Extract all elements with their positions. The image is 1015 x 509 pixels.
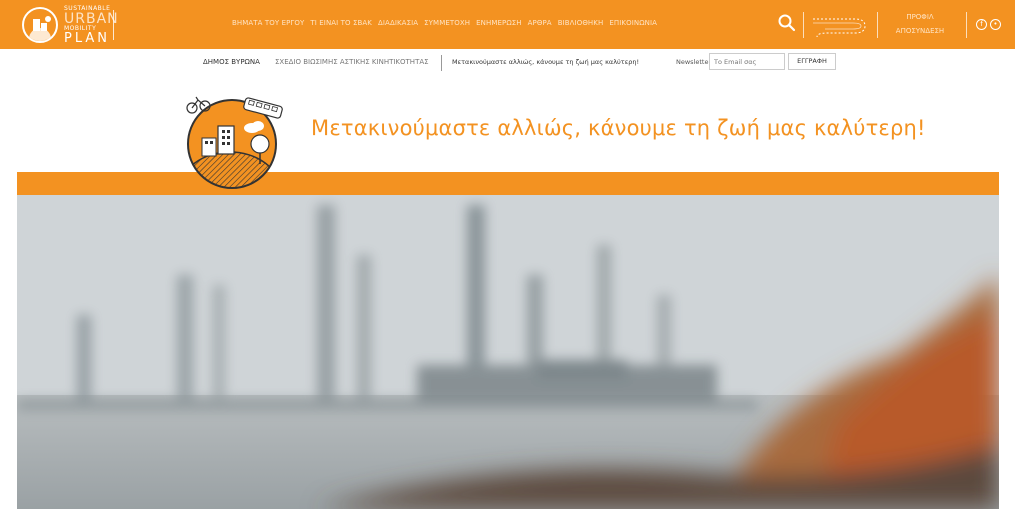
page-tagline: Μετακινούμαστε αλλιώς, κάνουμε τη ζωή μα… <box>311 116 926 140</box>
hero-image <box>17 195 999 509</box>
municipality-name[interactable]: ΔΗΜΟΣ ΒΥΡΩΝΑ <box>203 58 260 66</box>
top-navbar: SUSTAINABLE URBAN MOBILITY PLAN ΒΗΜΑΤΑ Τ… <box>0 0 1015 49</box>
nav-item-articles[interactable]: ΑΡΘΡΑ <box>528 19 552 27</box>
newsletter-label: Newsletter <box>676 58 712 66</box>
logout-link[interactable]: ΑΠΟΣΥΝΔΕΣΗ <box>880 24 960 38</box>
divider <box>803 12 804 38</box>
orange-band <box>17 172 999 195</box>
plan-name: ΣΧΕΔΙΟ ΒΙΩΣΙΜΗΣ ΑΣΤΙΚΗΣ ΚΙΝΗΤΙΚΟΤΗΤΑΣ <box>275 58 429 66</box>
divider <box>877 12 878 38</box>
nav-item-project-steps[interactable]: ΒΗΜΑΤΑ ΤΟΥ ΕΡΓΟΥ <box>232 19 304 27</box>
search-icon[interactable] <box>777 13 797 33</box>
logo-plan: PLAN <box>64 31 110 46</box>
profile-link[interactable]: ΠΡΟΦΙΛ <box>880 10 960 24</box>
social-icon[interactable]: • <box>990 19 1001 30</box>
nav-item-participation[interactable]: ΣΥΜΜΕΤΟΧΗ <box>424 19 470 27</box>
newsletter-email-input[interactable] <box>709 53 785 70</box>
logo-urban: URBAN <box>64 11 119 27</box>
logo-divider <box>113 10 114 40</box>
nav-item-what-is-sump[interactable]: ΤΙ ΕΙΝΑΙ ΤΟ ΣΒΑΚ <box>310 19 372 27</box>
main-nav: ΒΗΜΑΤΑ ΤΟΥ ΕΡΓΟΥ ΤΙ ΕΙΝΑΙ ΤΟ ΣΒΑΚ ΔΙΑΔΙΚ… <box>232 19 657 27</box>
page-header: Μετακινούμαστε αλλιώς, κάνουμε τη ζωή μα… <box>0 76 1015 172</box>
logo-emblem-icon <box>22 7 58 43</box>
newsletter-register-button[interactable]: ΕΓΓΡΑΦΗ <box>788 53 836 70</box>
nav-item-news[interactable]: ΕΝΗΜΕΡΩΣΗ <box>476 19 522 27</box>
account-menu: ΠΡΟΦΙΛ ΑΠΟΣΥΝΔΕΣΗ <box>880 10 960 38</box>
nav-item-process[interactable]: ΔΙΑΔΙΚΑΣΙΑ <box>378 19 418 27</box>
divider <box>966 12 967 38</box>
route-icon[interactable] <box>811 13 871 39</box>
sump-logo[interactable]: SUSTAINABLE URBAN MOBILITY PLAN <box>22 5 118 45</box>
sub-header: ΔΗΜΟΣ ΒΥΡΩΝΑ ΣΧΕΔΙΟ ΒΙΩΣΙΜΗΣ ΑΣΤΙΚΗΣ ΚΙΝ… <box>0 49 1015 77</box>
subbar-tagline: Μετακινούμαστε αλλιώς, κάνουμε τη ζωή μα… <box>452 58 640 66</box>
city-emblem-icon <box>168 90 288 190</box>
nav-item-contact[interactable]: ΕΠΙΚΟΙΝΩΝΙΑ <box>609 19 657 27</box>
nav-item-library[interactable]: ΒΙΒΛΙΟΘΗΚΗ <box>558 19 604 27</box>
logo-wordmark: SUSTAINABLE URBAN MOBILITY PLAN <box>64 6 119 46</box>
divider <box>441 55 442 71</box>
facebook-icon[interactable]: f <box>976 19 987 30</box>
